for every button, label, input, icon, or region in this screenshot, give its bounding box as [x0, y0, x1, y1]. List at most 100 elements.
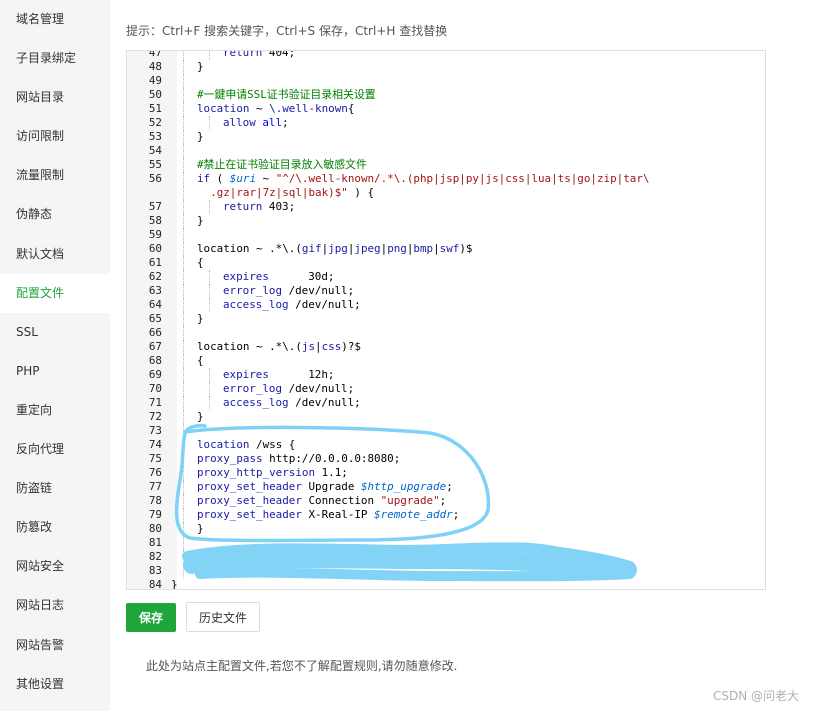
- indent-guide: [183, 550, 184, 564]
- sidebar-item[interactable]: 子目录绑定: [0, 39, 110, 78]
- code-line: 82: [127, 550, 765, 564]
- code-token: 30d;: [268, 270, 335, 283]
- code-token: 12h;: [268, 368, 335, 381]
- indent-guide: [209, 368, 210, 382]
- code-token: error_log: [223, 284, 283, 297]
- code-line: 60 location ~ .*\.(gif|jpg|jpeg|png|bmp|s…: [127, 242, 765, 256]
- code-token: $http_upgrade: [360, 480, 447, 493]
- line-number: 61: [148, 256, 162, 269]
- sidebar-item[interactable]: 网站告警: [0, 626, 110, 665]
- history-file-button[interactable]: 历史文件: [186, 602, 260, 632]
- save-button[interactable]: 保存: [126, 603, 176, 632]
- sidebar-item[interactable]: 网站日志: [0, 586, 110, 625]
- line-number: 76: [148, 466, 162, 479]
- code-line: 54: [127, 144, 765, 158]
- code-text: location ~ .*\.(js|css)?$: [197, 340, 361, 354]
- indent-guide: [183, 228, 184, 242]
- indent-guide: [183, 410, 184, 424]
- line-number: 52: [148, 116, 162, 129]
- indent-guide: [209, 51, 210, 60]
- indent-guide: [183, 340, 184, 354]
- sidebar-item[interactable]: SSL: [0, 313, 110, 352]
- line-number: 56: [148, 172, 162, 185]
- code-token: /dev/null;: [288, 396, 361, 409]
- code-text: #禁止在证书验证目录放入敏感文件: [197, 158, 367, 172]
- code-line: 75 proxy_pass http://0.0.0.0:8080;: [127, 452, 765, 466]
- sidebar-item[interactable]: 访问限制: [0, 117, 110, 156]
- code-token: }: [171, 578, 178, 590]
- line-number: 66: [148, 326, 162, 339]
- indent-guide: [183, 368, 184, 382]
- code-line: 55 #禁止在证书验证目录放入敏感文件: [127, 158, 765, 172]
- code-token: proxy_http_version: [197, 466, 316, 479]
- indent-guide: [183, 200, 184, 214]
- indent-guide: [183, 116, 184, 130]
- code-token: 403;: [262, 200, 296, 213]
- sidebar-item[interactable]: 防篡改: [0, 508, 110, 547]
- code-line: 61 {: [127, 256, 765, 270]
- line-number: 74: [148, 438, 162, 451]
- code-token: js: [301, 340, 316, 353]
- indent-guide: [209, 200, 210, 214]
- indent-guide: [183, 51, 184, 60]
- sidebar-item[interactable]: 网站目录: [0, 78, 110, 117]
- code-text: error_log /dev/null;: [223, 382, 354, 396]
- code-text: if ( $uri ~ "^/\.well-known/.*\.(php|jsp…: [197, 172, 649, 186]
- code-token: access_log: [223, 298, 289, 311]
- code-line: 51 location ~ \.well-known{: [127, 102, 765, 116]
- line-number: 51: [148, 102, 162, 115]
- code-line: 79 proxy_set_header X-Real-IP $remote_add…: [127, 508, 765, 522]
- indent-guide: [209, 270, 210, 284]
- line-number: 70: [148, 382, 162, 395]
- indent-guide: [183, 522, 184, 536]
- sidebar-item[interactable]: 流量限制: [0, 156, 110, 195]
- code-line: 77 proxy_set_header Upgrade $http_upgrade…: [127, 480, 765, 494]
- sidebar-item[interactable]: PHP: [0, 352, 110, 391]
- sidebar-item[interactable]: 重定向: [0, 391, 110, 430]
- code-token: {: [197, 354, 204, 367]
- code-token: ;: [439, 494, 447, 507]
- line-number: 77: [148, 480, 162, 493]
- code-text: proxy_set_header Upgrade $http_upgrade;: [197, 480, 453, 494]
- code-line: 68 {: [127, 354, 765, 368]
- code-line: 76 proxy_http_version 1.1;: [127, 466, 765, 480]
- sidebar-item[interactable]: 伪静态: [0, 195, 110, 234]
- indent-guide: [209, 116, 210, 130]
- code-token: bmp: [413, 242, 434, 255]
- sidebar-item[interactable]: 配置文件: [0, 273, 110, 313]
- line-number: 60: [148, 242, 162, 255]
- code-token: }: [197, 60, 204, 73]
- code-line: 58}: [127, 214, 765, 228]
- code-token: return: [223, 200, 263, 213]
- sidebar-item[interactable]: 其他设置: [0, 665, 110, 704]
- code-editor[interactable]: 47 return 404; 48} 49 50 #一鍵申请SSL证书验证目录相关设置 51…: [126, 50, 766, 590]
- sidebar-item[interactable]: 反向代理: [0, 430, 110, 469]
- code-area[interactable]: 47 return 404; 48} 49 50 #一鍵申请SSL证书验证目录相关设置 51…: [127, 50, 765, 590]
- indent-guide: [209, 396, 210, 410]
- code-token: Connection: [301, 494, 381, 507]
- code-token: png: [387, 242, 407, 255]
- sidebar-item[interactable]: 域名管理: [0, 0, 110, 39]
- code-line: 49: [127, 74, 765, 88]
- code-text: access_log /dev/null;: [223, 298, 361, 312]
- code-token: jpeg: [354, 242, 381, 255]
- line-number: 54: [148, 144, 162, 157]
- line-number: 53: [148, 130, 162, 143]
- code-token: (: [210, 172, 230, 185]
- code-token: expires: [223, 270, 269, 283]
- indent-guide: [183, 312, 184, 326]
- line-number: 68: [148, 354, 162, 367]
- shortcut-tip: 提示：Ctrl+F 搜索关键字，Ctrl+S 保存，Ctrl+H 查找替换: [126, 24, 448, 38]
- sidebar-item[interactable]: 默认文档: [0, 235, 110, 274]
- code-token: {: [347, 102, 355, 115]
- code-token: expires: [223, 368, 269, 381]
- code-token: "upgrade": [380, 494, 440, 507]
- sidebar-item[interactable]: 防盗链: [0, 469, 110, 508]
- code-token: /wss {: [249, 438, 296, 451]
- sidebar-item[interactable]: 网站安全: [0, 547, 110, 586]
- code-token: proxy_set_header: [197, 480, 302, 493]
- code-token: return: [223, 50, 263, 59]
- code-line: 64 access_log /dev/null;: [127, 298, 765, 312]
- code-token: .gz|rar|7z|sql|bak)$": [197, 186, 348, 199]
- line-number: 81: [148, 536, 162, 549]
